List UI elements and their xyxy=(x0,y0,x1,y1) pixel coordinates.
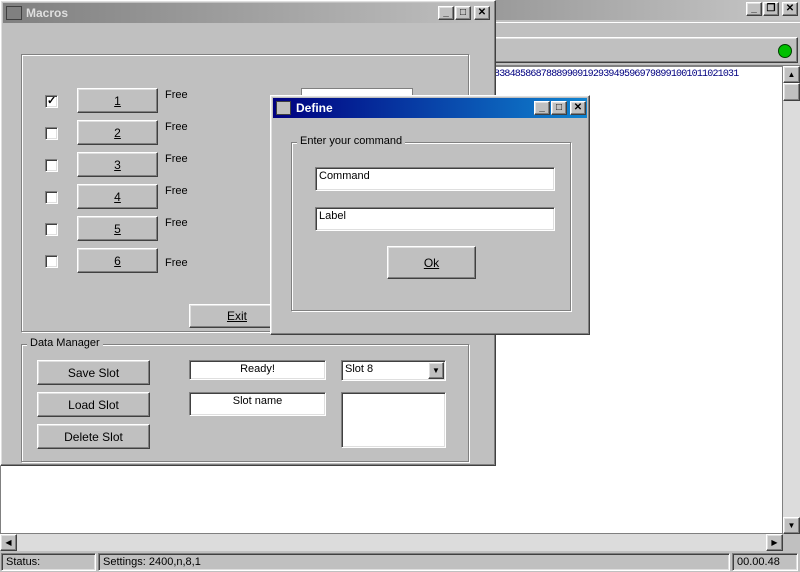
macros-minimize-button[interactable]: _ xyxy=(438,6,454,20)
data-status-field: Ready! xyxy=(189,360,326,380)
macro-slot-state: Free xyxy=(165,217,188,229)
macro-slot-button-3[interactable]: 3 xyxy=(77,152,158,177)
macros-window-controls: _ □ ✕ xyxy=(438,6,490,20)
define-minimize-button[interactable]: _ xyxy=(534,101,550,115)
define-window-controls: _ □ ✕ xyxy=(534,101,586,115)
ok-button-label: Ok xyxy=(423,255,440,270)
define-title: Define xyxy=(296,101,333,115)
connection-indicator-icon xyxy=(778,44,792,58)
arrow-left-icon: ◀ xyxy=(5,538,12,547)
macro-slot-button-label: 3 xyxy=(114,157,121,172)
status-panel: Status: xyxy=(1,553,96,571)
checkmark-icon: ✓ xyxy=(47,95,57,107)
terminal-vertical-scrollbar[interactable]: ▲ ▼ xyxy=(783,66,800,534)
macro-slot-state: Free xyxy=(165,185,188,197)
terminal-minimize-button[interactable]: _ xyxy=(746,2,762,16)
macro-slot-checkbox-3[interactable] xyxy=(45,159,58,172)
scroll-left-button[interactable]: ◀ xyxy=(0,534,17,551)
slot-name-value: Slot name xyxy=(232,395,283,407)
macros-title-bar: Macros xyxy=(3,3,493,23)
macro-slot-button-2[interactable]: 2 xyxy=(77,120,158,145)
slot-name-input[interactable]: Slot name xyxy=(189,392,326,416)
status-bar: Status: Settings: 2400,n,8,1 00.00.48 xyxy=(0,552,800,572)
macro-slot-button-4[interactable]: 4 xyxy=(77,184,158,209)
slot-select-value: Slot 8 xyxy=(345,363,374,375)
macro-slot-button-label: 1 xyxy=(114,93,121,108)
label-input[interactable]: Label xyxy=(315,207,555,231)
data-manager-legend: Data Manager xyxy=(27,337,103,349)
terminal-window-controls: _ ❐ ✕ xyxy=(746,2,798,16)
macro-slot-checkbox-1[interactable]: ✓ xyxy=(45,95,58,108)
macro-slot-button-1[interactable]: 1 xyxy=(77,88,158,113)
load-slot-label: Load Slot xyxy=(68,397,119,412)
scroll-right-button[interactable]: ▶ xyxy=(766,534,783,551)
macro-slot-checkbox-4[interactable] xyxy=(45,191,58,204)
macro-slot-button-label: 5 xyxy=(114,221,121,236)
define-dialog: Define _ □ ✕ Enter your command Command … xyxy=(270,95,590,335)
macro-slot-state: Free xyxy=(165,153,188,165)
macro-slot-state: Free xyxy=(165,121,188,133)
data-status-value: Ready! xyxy=(240,363,275,375)
arrow-up-icon: ▲ xyxy=(787,70,796,79)
command-input-value: Command xyxy=(319,170,370,182)
macros-close-button[interactable]: ✕ xyxy=(474,6,490,20)
terminal-restore-button[interactable]: ❐ xyxy=(763,2,779,16)
command-input[interactable]: Command xyxy=(315,167,555,191)
arrow-down-icon: ▼ xyxy=(787,521,796,530)
macros-maximize-button[interactable]: □ xyxy=(455,6,471,20)
macro-slot-button-label: 6 xyxy=(114,253,121,268)
delete-slot-label: Delete Slot xyxy=(64,429,123,444)
slot-select[interactable]: Slot 8 ▼ xyxy=(341,360,446,381)
load-slot-button[interactable]: Load Slot xyxy=(37,392,150,417)
settings-panel: Settings: 2400,n,8,1 xyxy=(98,553,730,571)
macros-app-icon xyxy=(6,6,22,20)
command-group-legend: Enter your command xyxy=(297,135,406,147)
macro-slot-checkbox-5[interactable] xyxy=(45,223,58,236)
macro-slot-button-label: 4 xyxy=(114,189,121,204)
define-close-button[interactable]: ✕ xyxy=(570,101,586,115)
save-slot-label: Save Slot xyxy=(67,365,120,380)
exit-button-label: Exit xyxy=(226,309,247,323)
define-maximize-button[interactable]: □ xyxy=(551,101,567,115)
terminal-toolbar xyxy=(494,22,800,66)
terminal-data-line: 8384858687888990919293949596979899100101… xyxy=(494,69,739,80)
scrollbar-corner xyxy=(783,534,800,551)
slot-select-dropdown-button[interactable]: ▼ xyxy=(428,362,444,379)
macro-slot-state: Free xyxy=(165,257,188,269)
scroll-up-button[interactable]: ▲ xyxy=(783,66,800,83)
ok-button[interactable]: Ok xyxy=(387,246,476,279)
chevron-down-icon: ▼ xyxy=(432,366,440,375)
status-label: Status: xyxy=(6,556,41,568)
slot-list-box[interactable] xyxy=(341,392,446,448)
macro-slot-state: Free xyxy=(165,89,188,101)
macro-slot-button-6[interactable]: 6 xyxy=(77,248,158,273)
timer-value: 00.00.48 xyxy=(737,556,780,568)
macros-title: Macros xyxy=(26,6,69,20)
macro-slot-button-5[interactable]: 5 xyxy=(77,216,158,241)
label-input-value: Label xyxy=(319,210,346,222)
delete-slot-button[interactable]: Delete Slot xyxy=(37,424,150,449)
scroll-down-button[interactable]: ▼ xyxy=(783,517,800,534)
terminal-toolbar-strip xyxy=(494,37,798,63)
terminal-close-button[interactable]: ✕ xyxy=(782,2,798,16)
terminal-horizontal-scrollbar[interactable]: ◀ ▶ xyxy=(0,534,783,551)
macro-slot-checkbox-6[interactable] xyxy=(45,255,58,268)
timer-panel: 00.00.48 xyxy=(732,553,798,571)
scroll-thumb[interactable] xyxy=(783,83,800,101)
define-app-icon xyxy=(276,101,291,115)
arrow-right-icon: ▶ xyxy=(771,538,778,547)
save-slot-button[interactable]: Save Slot xyxy=(37,360,150,385)
settings-label: Settings: 2400,n,8,1 xyxy=(103,556,201,568)
macro-slot-checkbox-2[interactable] xyxy=(45,127,58,140)
macro-slot-button-label: 2 xyxy=(114,125,121,140)
